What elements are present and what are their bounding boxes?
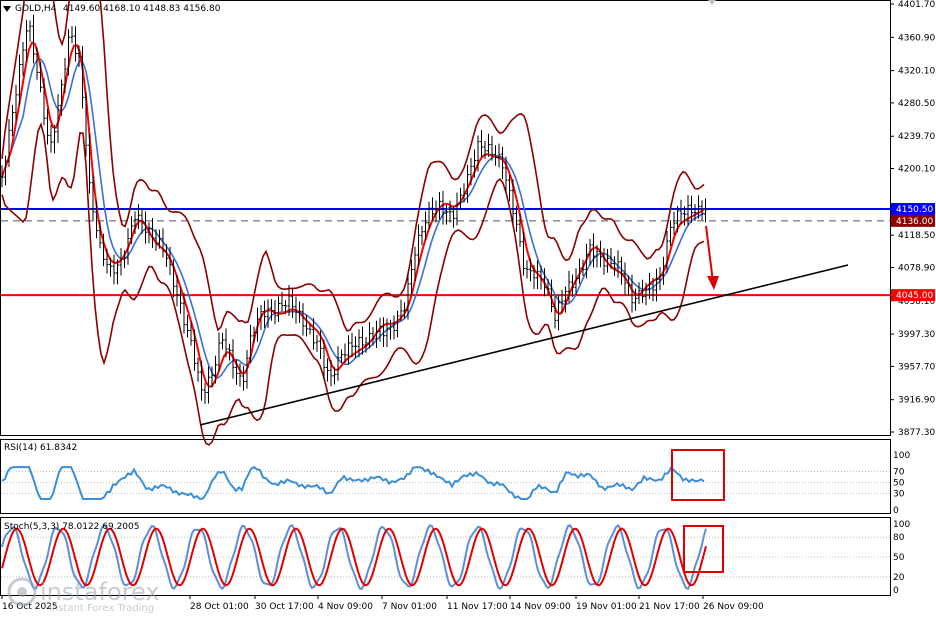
rsi-tick-label: 0 <box>893 506 899 516</box>
rsi-tick-label: 100 <box>893 451 910 461</box>
rsi-tick-label: 50 <box>893 479 905 489</box>
time-tick-label: 19 Nov 01:00 <box>576 602 637 612</box>
time-tick-label: 11 Nov 17:00 <box>447 602 508 612</box>
price-tick-label: 3957.70 <box>898 362 935 372</box>
stoch-title: Stoch(5,3,3) 78.0122 69.2005 <box>4 522 139 532</box>
price-tick-label: 4078.90 <box>898 263 935 273</box>
stoch-tick-label: 50 <box>893 553 905 563</box>
stoch-tick-label: 100 <box>893 520 910 530</box>
watermark-brand: instaforex <box>40 578 160 606</box>
time-tick-label: 28 Oct 01:00 <box>190 602 249 612</box>
time-tick-label: 14 Nov 09:00 <box>510 602 571 612</box>
price-tick-label: 3877.30 <box>898 428 935 438</box>
time-tick-label: 21 Nov 17:00 <box>639 602 700 612</box>
rsi-panel <box>0 439 891 514</box>
time-tick-label: 30 Oct 17:00 <box>255 602 314 612</box>
stoch-tick-label: 0 <box>893 586 899 596</box>
price-tick-label: 4200.10 <box>898 165 935 175</box>
rsi-tick-label: 30 <box>893 490 905 500</box>
current-price-tag-label: 4150.50 <box>896 205 933 215</box>
price-tick-label: 4118.50 <box>898 231 935 241</box>
price-tick-label: 4320.10 <box>898 67 935 77</box>
price-tick-label: 3997.30 <box>898 330 935 340</box>
rsi-title: RSI(14) 61.8342 <box>4 443 77 453</box>
symbol-label: GOLD,H4 <box>15 4 57 14</box>
watermark-tagline: Instant Forex Trading <box>49 603 154 614</box>
support-level-tag-label: 4045.00 <box>896 291 933 301</box>
time-tick-label: 7 Nov 01:00 <box>382 602 437 612</box>
time-tick-label: 26 Nov 09:00 <box>703 602 764 612</box>
price-tick-label: 4360.90 <box>898 33 935 43</box>
price-tick-label: 4239.70 <box>898 132 935 142</box>
rsi-tick-label: 70 <box>893 468 905 478</box>
price-tick-label: 4280.50 <box>898 99 935 109</box>
gold-h4-chart: 4401.70 4360.90 4320.10 4280.50 4239.70 4200.… <box>0 0 935 614</box>
price-tick-label: 3916.90 <box>898 396 935 406</box>
stoch-tick-label: 20 <box>893 573 905 583</box>
price-panel <box>0 0 891 436</box>
time-tick-label: 4 Nov 09:00 <box>318 602 373 612</box>
dashed-level-tag-label: 4136.00 <box>896 217 933 227</box>
stoch-tick-label: 80 <box>893 533 905 543</box>
ohlc-readout: 4149.60 4168.10 4148.83 4156.80 <box>63 4 221 14</box>
price-tick-label: 4401.70 <box>898 0 935 10</box>
